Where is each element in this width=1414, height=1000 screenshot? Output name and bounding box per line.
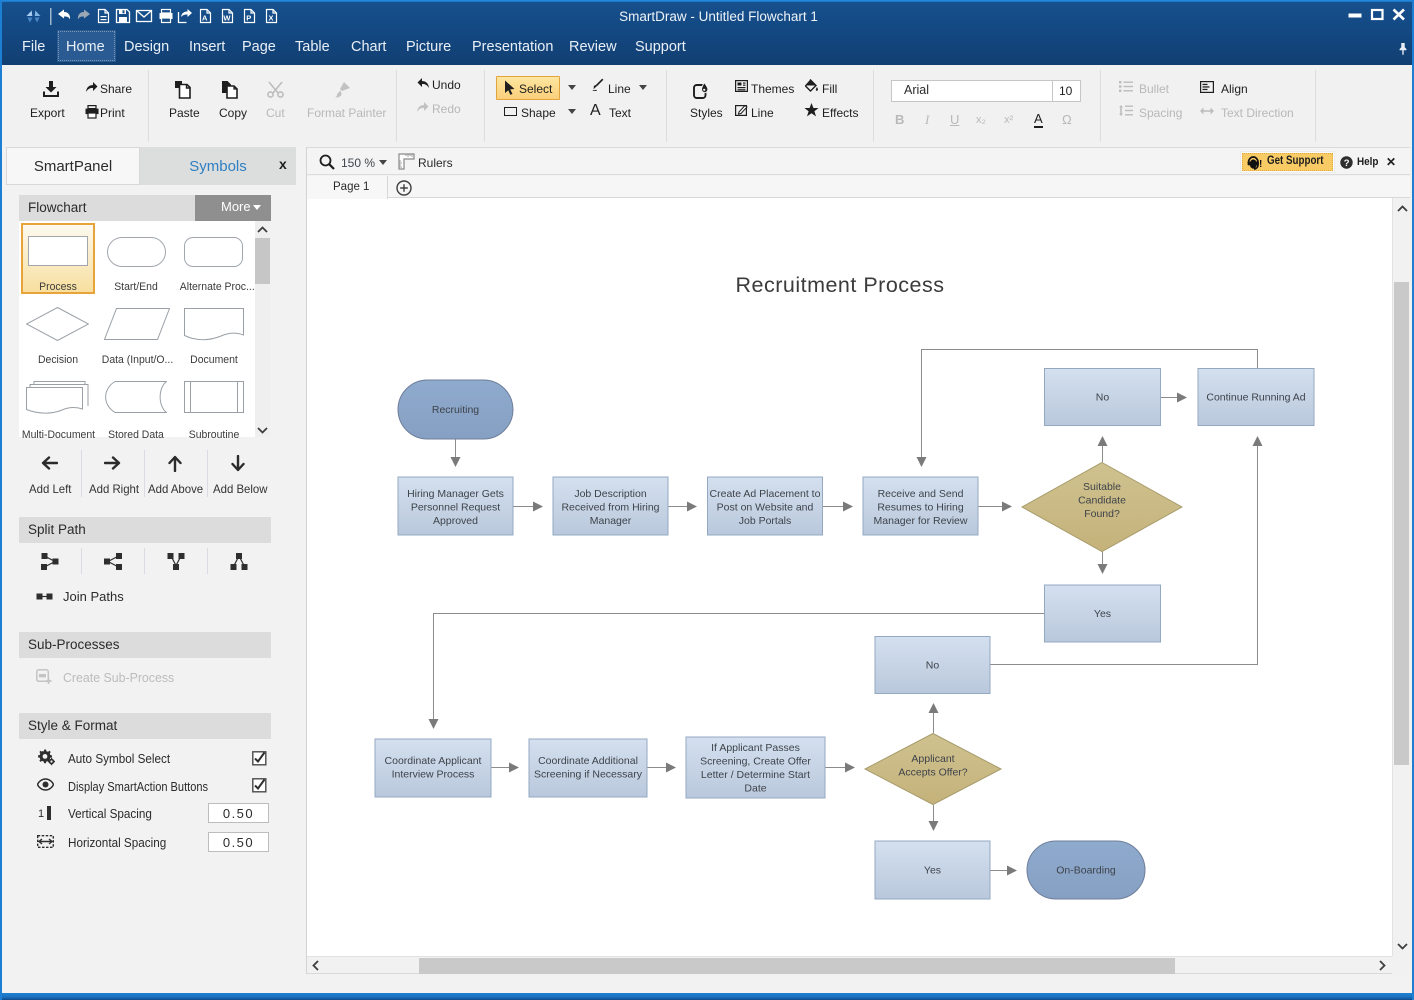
svg-text:?: ?: [1344, 158, 1350, 169]
svg-text:Coordinate ApplicantInterview: Coordinate ApplicantInterview Process: [385, 755, 482, 781]
svg-text:Coordinate AdditionalScreening: Coordinate AdditionalScreening if Necess…: [534, 755, 643, 781]
svg-text:A: A: [202, 14, 208, 23]
svg-text:On-Boarding: On-Boarding: [1056, 865, 1116, 877]
svg-text:No: No: [926, 660, 940, 672]
svg-text:1: 1: [38, 808, 44, 820]
svg-text:Recruitment Process: Recruitment Process: [735, 273, 944, 297]
svg-text:W: W: [223, 14, 231, 23]
svg-text:!: !: [1259, 159, 1262, 170]
svg-text:Recruiting: Recruiting: [432, 404, 479, 416]
svg-text:X: X: [269, 14, 274, 23]
svg-text:Yes: Yes: [924, 865, 941, 877]
svg-text:Yes: Yes: [1094, 608, 1111, 620]
svg-text:No: No: [1096, 392, 1110, 404]
svg-text:Continue Running Ad: Continue Running Ad: [1206, 392, 1305, 404]
svg-text:SuitableCandidateFound?: SuitableCandidateFound?: [1078, 481, 1126, 520]
svg-text:Receive and SendResumes to Hir: Receive and SendResumes to HiringManager…: [874, 488, 968, 527]
svg-text:P: P: [246, 14, 251, 23]
